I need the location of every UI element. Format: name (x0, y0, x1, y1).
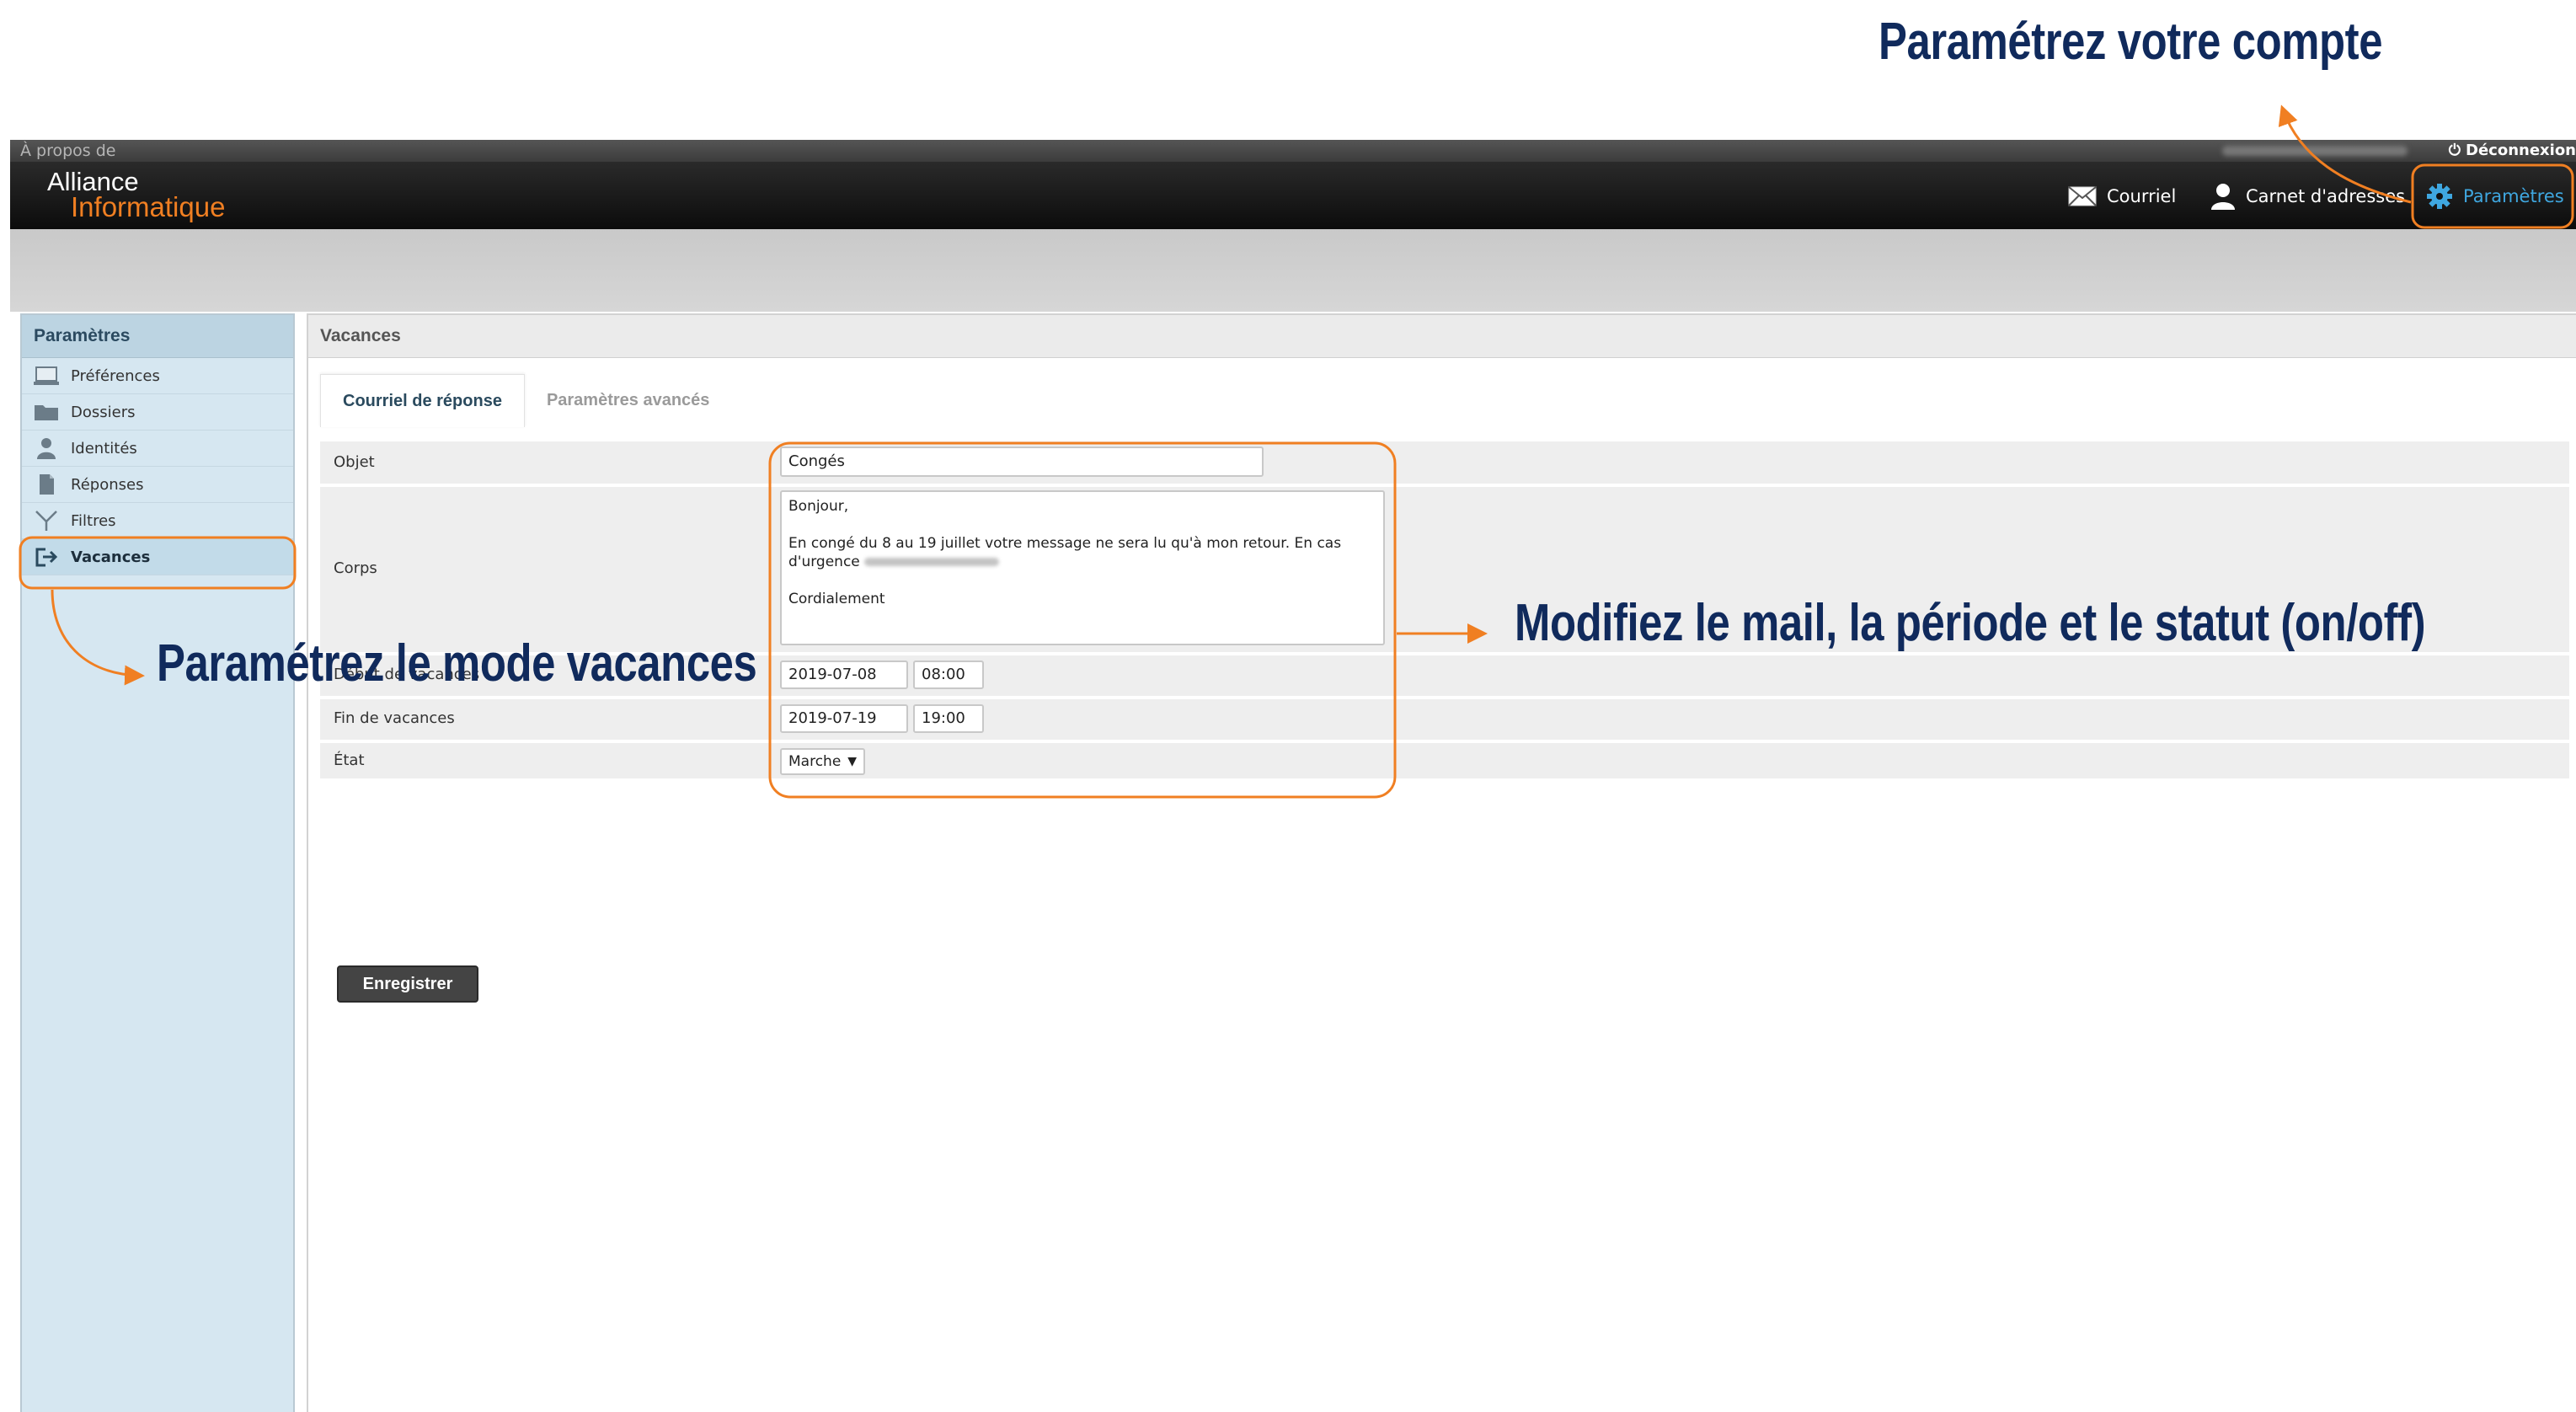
main-panel: Vacances Courriel de réponse Paramètres … (307, 313, 2576, 1412)
logout-label: Déconnexion (2466, 142, 2576, 159)
about-link[interactable]: À propos de (20, 142, 116, 160)
state-select[interactable]: Marche ▼ (780, 748, 866, 775)
body-line: Bonjour, (788, 498, 849, 515)
top-strip: À propos de ⏻ Déconnexion (10, 140, 2576, 162)
start-date-input[interactable]: 2019-07-08 (780, 661, 908, 689)
settings-sidebar: Paramètres Préférences Dossiers Identité… (20, 313, 295, 1412)
webmail-window: À propos de ⏻ Déconnexion Alliance Inform… (10, 140, 2576, 1412)
filter-icon (34, 509, 61, 532)
sidebar-item-label: Vacances (71, 548, 151, 566)
subject-input[interactable]: Congés (780, 447, 1264, 477)
nav-mail[interactable]: Courriel (2068, 182, 2176, 211)
tab-reply-mail[interactable]: Courriel de réponse (320, 374, 525, 427)
sidebar-item-label: Préférences (71, 366, 160, 385)
sidebar-item-vacation[interactable]: Vacances (22, 539, 293, 575)
annotation-modify: Modifiez le mail, la période et le statu… (1515, 594, 2426, 652)
sidebar-item-label: Réponses (71, 475, 144, 494)
header-bar: Alliance Informatique Courriel Carnet d'… (10, 162, 2576, 229)
folder-icon (34, 400, 61, 424)
nav-mail-label: Courriel (2107, 186, 2177, 206)
annotation-account: Paramétrez votre compte (1879, 13, 2383, 71)
person-icon (2211, 184, 2235, 210)
sidebar-title: Paramètres (22, 315, 293, 358)
dropdown-arrow-icon: ▼ (847, 755, 858, 768)
power-icon: ⏻ (2448, 142, 2461, 159)
blurred-email (864, 558, 1000, 566)
nav-contacts-label: Carnet d'adresses (2246, 186, 2406, 206)
nav-settings[interactable]: Paramètres (2426, 182, 2564, 211)
end-date-input[interactable]: 2019-07-19 (780, 704, 908, 733)
body-label: Corps (334, 559, 377, 577)
end-date-row: Fin de vacances 2019-07-19 19:00 (320, 699, 2569, 740)
subject-row: Objet Congés (320, 441, 2569, 484)
state-row: État Marche ▼ (320, 743, 2569, 778)
document-icon (34, 473, 61, 496)
sidebar-item-folders[interactable]: Dossiers (22, 394, 293, 431)
save-button[interactable]: Enregistrer (337, 965, 478, 1003)
sidebar-item-label: Identités (71, 439, 137, 457)
end-time-input[interactable]: 19:00 (913, 704, 984, 733)
person-icon (34, 436, 61, 460)
sidebar-item-preferences[interactable]: Préférences (22, 358, 293, 394)
logo-line2: Informatique (71, 191, 226, 222)
tab-advanced-settings[interactable]: Paramètres avancés (525, 374, 731, 426)
panel-title: Vacances (308, 315, 2576, 358)
logo[interactable]: Alliance Informatique (47, 168, 225, 221)
state-label: État (334, 751, 365, 769)
monitor-icon (34, 364, 61, 388)
sidebar-item-label: Filtres (71, 511, 116, 530)
state-value: Marche (788, 753, 842, 770)
nav-settings-label: Paramètres (2463, 186, 2564, 206)
subject-label: Objet (334, 453, 375, 471)
exit-icon (34, 545, 61, 569)
sidebar-item-label: Dossiers (71, 403, 136, 421)
tab-bar: Courriel de réponse Paramètres avancés (320, 374, 731, 427)
sidebar-item-identities[interactable]: Identités (22, 431, 293, 467)
sidebar-item-filters[interactable]: Filtres (22, 503, 293, 539)
start-time-input[interactable]: 08:00 (913, 661, 984, 689)
user-email-blurred (2222, 146, 2408, 156)
gear-icon (2427, 184, 2452, 209)
header-band (10, 229, 2576, 312)
sidebar-item-responses[interactable]: Réponses (22, 467, 293, 503)
logout-link[interactable]: ⏻ Déconnexion (2449, 142, 2576, 159)
end-date-label: Fin de vacances (334, 709, 455, 727)
body-line: Cordialement (788, 591, 885, 607)
nav-contacts[interactable]: Carnet d'adresses (2210, 182, 2405, 211)
annotation-vacation: Paramétrez le mode vacances (157, 634, 757, 693)
envelope-icon (2068, 186, 2097, 206)
body-textarea[interactable]: Bonjour, En congé du 8 au 19 juillet vot… (780, 490, 1385, 645)
